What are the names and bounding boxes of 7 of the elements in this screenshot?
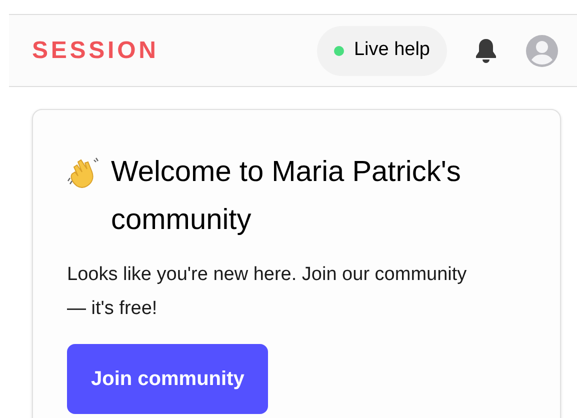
logo-text: SESSION bbox=[32, 36, 159, 66]
welcome-message: Looks like you're new here. Join our community — it's free! bbox=[67, 263, 467, 321]
live-help-button[interactable]: Live help bbox=[316, 26, 447, 76]
notification-bell-icon[interactable] bbox=[474, 38, 498, 64]
waving-hand-icon bbox=[67, 156, 101, 190]
welcome-title: Welcome to Maria Patrick's community bbox=[111, 155, 462, 238]
join-community-button[interactable]: Join community bbox=[67, 344, 268, 414]
